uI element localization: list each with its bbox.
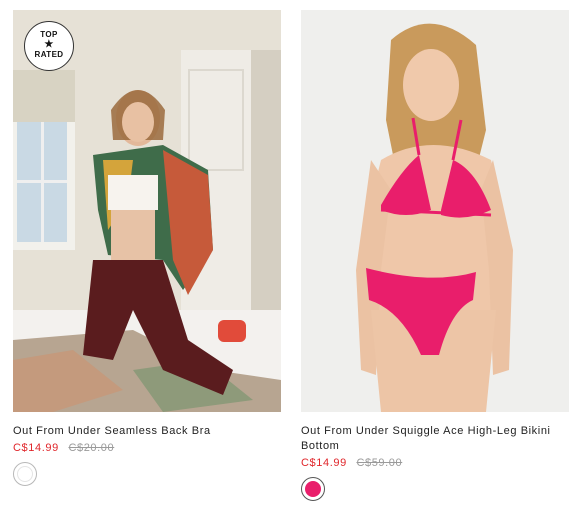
star-icon: ★: [44, 39, 54, 50]
product-image-model-studio[interactable]: [301, 10, 569, 412]
product-name[interactable]: Out From Under Squiggle Ace High-Leg Bik…: [301, 424, 569, 454]
color-swatch-white[interactable]: [13, 462, 37, 486]
product-card: TOP ★ RATED Out From Under Seamless Back…: [13, 10, 281, 486]
product-price: C$14.99 C$59.00: [301, 456, 569, 471]
swatch-fill: [305, 481, 321, 497]
product-image-model-bedroom[interactable]: TOP ★ RATED: [13, 10, 281, 412]
product-photo: [301, 10, 569, 412]
sale-price: C$14.99: [301, 457, 347, 469]
sale-price: C$14.99: [13, 442, 59, 454]
badge-line-2: RATED: [34, 50, 64, 59]
top-rated-badge: TOP ★ RATED: [24, 21, 74, 71]
badge-line-1: TOP: [40, 30, 58, 39]
product-card: Out From Under Squiggle Ace High-Leg Bik…: [301, 10, 569, 501]
color-swatch-pink[interactable]: [301, 477, 325, 501]
swatch-fill: [17, 466, 33, 482]
product-price: C$14.99 C$20.00: [13, 441, 281, 456]
product-name[interactable]: Out From Under Seamless Back Bra: [13, 424, 281, 439]
original-price: C$20.00: [68, 442, 115, 454]
original-price: C$59.00: [356, 457, 403, 469]
